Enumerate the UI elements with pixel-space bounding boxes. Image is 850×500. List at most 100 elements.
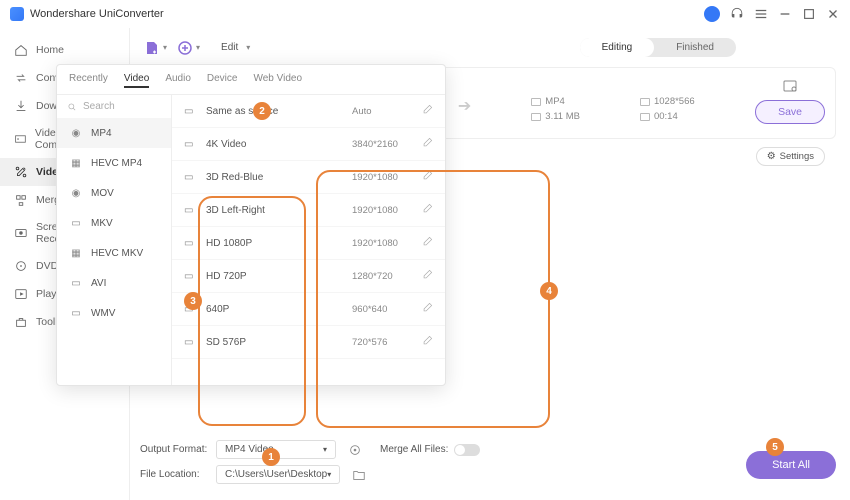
- preset-icon: ▭: [184, 139, 198, 150]
- record-icon: [14, 226, 28, 240]
- preset-edit-icon[interactable]: [422, 137, 433, 151]
- preset-name: 640P: [206, 304, 352, 315]
- preset-row[interactable]: ▭ SD 576P720*576: [172, 326, 445, 359]
- preset-resolution: 1280*720: [352, 271, 422, 282]
- preset-icon: ▭: [184, 271, 198, 282]
- preset-row[interactable]: ▭HD 1080P1920*1080: [172, 227, 445, 260]
- add-file-icon: [144, 40, 160, 56]
- preset-name: 3D Left-Right: [206, 205, 352, 216]
- preset-resolution: 720*576: [352, 337, 422, 348]
- format-settings-icon[interactable]: [348, 443, 362, 457]
- app-title: Wondershare UniConverter: [30, 8, 164, 20]
- download-icon: [14, 99, 28, 113]
- edit-dropdown[interactable]: Edit ▾: [210, 38, 261, 57]
- convert-icon: [14, 71, 28, 85]
- tgt-dur: 00:14: [654, 111, 678, 122]
- arrow-icon: ➔: [458, 96, 471, 122]
- marker-1: 1: [262, 448, 280, 466]
- preset-edit-icon[interactable]: [422, 104, 433, 118]
- menu-icon[interactable]: [754, 7, 768, 21]
- preset-edit-icon[interactable]: [422, 170, 433, 184]
- output-settings-icon[interactable]: [782, 78, 798, 94]
- preset-resolution: 960*640: [352, 304, 422, 315]
- preset-name: SD 576P: [206, 337, 352, 348]
- preset-row[interactable]: ▭ HD 720P1280*720: [172, 260, 445, 293]
- open-folder-icon[interactable]: [352, 468, 366, 482]
- preset-row[interactable]: ▭ 3D Left-Right1920*1080: [172, 194, 445, 227]
- tgt-size: 3.11 MB: [545, 111, 580, 122]
- format-mov[interactable]: ◉MOV: [57, 178, 171, 208]
- preset-icon: ▭: [184, 238, 198, 249]
- preset-edit-icon[interactable]: [422, 269, 433, 283]
- preset-icon: ▭: [184, 337, 198, 348]
- gear-icon: ⚙: [767, 151, 776, 162]
- settings-button[interactable]: ⚙ Settings: [756, 147, 825, 166]
- save-button[interactable]: Save: [755, 100, 825, 124]
- preset-name: HD 720P: [206, 271, 352, 282]
- toolbox-icon: [14, 315, 28, 329]
- edit-label: Edit: [221, 42, 238, 53]
- start-all-button[interactable]: Start All: [746, 451, 836, 479]
- preset-name: 3D Red-Blue: [206, 172, 352, 183]
- minimize-icon[interactable]: [778, 7, 792, 21]
- format-hevc-mp4[interactable]: ▦HEVC MP4: [57, 148, 171, 178]
- close-icon[interactable]: [826, 7, 840, 21]
- format-mkv[interactable]: ▭MKV: [57, 208, 171, 238]
- format-icon: ◉: [69, 127, 83, 139]
- preset-edit-icon[interactable]: [422, 203, 433, 217]
- popup-tab-device[interactable]: Device: [207, 71, 238, 88]
- preset-edit-icon[interactable]: [422, 236, 433, 250]
- preset-resolution: 1920*1080: [352, 205, 422, 216]
- sidebar-item-home[interactable]: Home: [0, 36, 129, 64]
- popup-tab-web-video[interactable]: Web Video: [253, 71, 302, 88]
- output-format-label: Output Format:: [140, 444, 210, 455]
- user-avatar[interactable]: [704, 6, 720, 22]
- editor-icon: [14, 165, 28, 179]
- preset-row[interactable]: ▭640P960*640: [172, 293, 445, 326]
- preset-name: Same as source: [206, 106, 352, 117]
- format-icon: ◉: [69, 187, 83, 199]
- sidebar-label: Home: [36, 44, 64, 56]
- popup-tab-audio[interactable]: Audio: [165, 71, 191, 88]
- format-icon: ▭: [69, 277, 83, 289]
- maximize-icon[interactable]: [802, 7, 816, 21]
- preset-row[interactable]: ▭Same as sourceAuto: [172, 95, 445, 128]
- format-search[interactable]: Search: [57, 95, 171, 118]
- format-popup: Recently Video Audio Device Web Video Search…: [56, 64, 446, 386]
- merge-icon: [14, 193, 28, 207]
- player-icon: [14, 287, 28, 301]
- home-icon: [14, 43, 28, 57]
- format-icon: ▭: [69, 307, 83, 319]
- merge-toggle[interactable]: [454, 444, 480, 456]
- preset-resolution: 3840*2160: [352, 139, 422, 150]
- preset-edit-icon[interactable]: [422, 335, 433, 349]
- dvd-icon: [14, 259, 28, 273]
- format-icon: ▭: [69, 217, 83, 229]
- marker-3: 3: [184, 292, 202, 310]
- format-wmv[interactable]: ▭WMV: [57, 298, 171, 328]
- popup-tab-video[interactable]: Video: [124, 71, 149, 88]
- preset-icon: ▭: [184, 205, 198, 216]
- settings-label: Settings: [780, 151, 814, 162]
- preset-row[interactable]: ▭3D Red-Blue1920*1080: [172, 161, 445, 194]
- marker-2: 2: [253, 102, 271, 120]
- add-folder-button[interactable]: ▾: [177, 40, 200, 56]
- format-hevc-mkv[interactable]: ▦HEVC MKV: [57, 238, 171, 268]
- segment-finished[interactable]: Finished: [654, 38, 736, 57]
- popup-tab-recently[interactable]: Recently: [69, 71, 108, 88]
- preset-resolution: 1920*1080: [352, 172, 422, 183]
- merge-label: Merge All Files:: [380, 444, 448, 455]
- marker-4: 4: [540, 282, 558, 300]
- preset-edit-icon[interactable]: [422, 302, 433, 316]
- preset-name: 4K Video: [206, 139, 352, 150]
- tgt-res: 1028*566: [654, 96, 695, 107]
- format-avi[interactable]: ▭AVI: [57, 268, 171, 298]
- add-file-button[interactable]: ▾: [144, 40, 167, 56]
- segment-editing[interactable]: Editing: [580, 38, 655, 57]
- format-mp4[interactable]: ◉MP4: [57, 118, 171, 148]
- file-location-select[interactable]: C:\Users\User\Desktop▾: [216, 465, 340, 484]
- search-icon: [67, 102, 77, 112]
- preset-row[interactable]: ▭ 4K Video3840*2160: [172, 128, 445, 161]
- file-location-label: File Location:: [140, 469, 210, 480]
- support-icon[interactable]: [730, 7, 744, 21]
